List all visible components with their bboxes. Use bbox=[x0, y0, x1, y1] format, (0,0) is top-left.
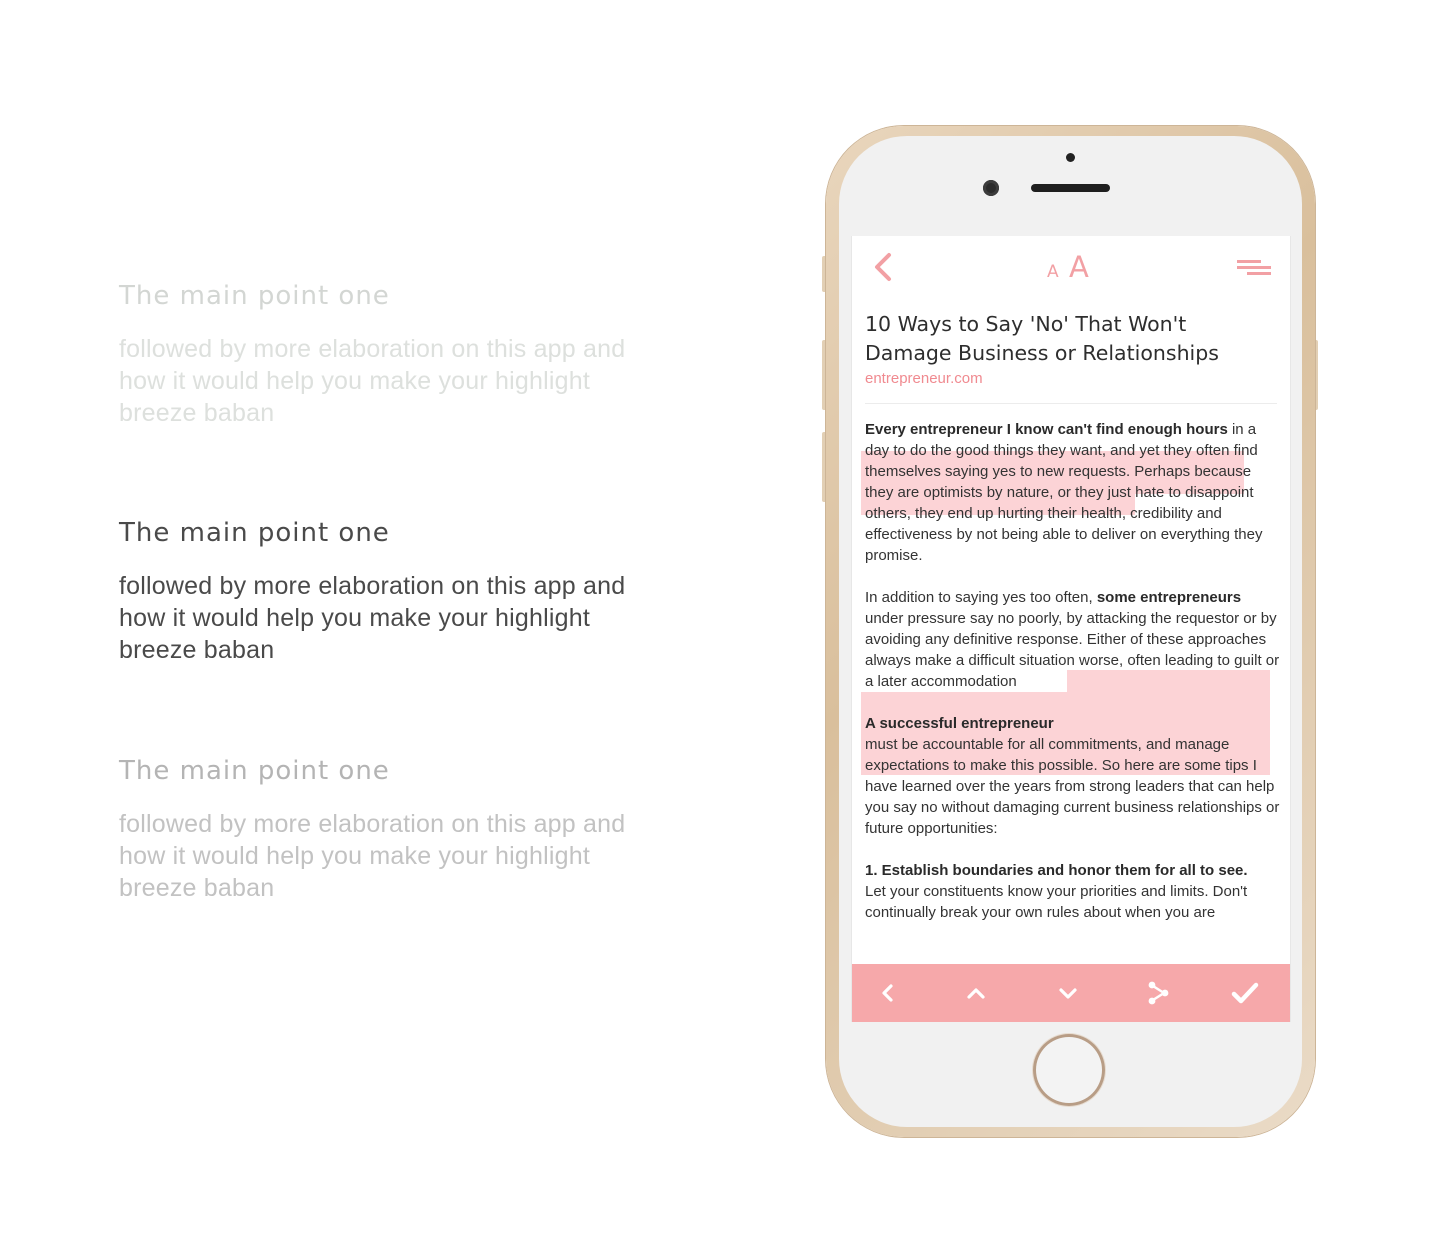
paragraph: 1. Establish boundaries and honor them f… bbox=[865, 860, 1280, 923]
bold-text: some entrepreneurs bbox=[1096, 589, 1242, 606]
feature-description: followed by more elaboration on this app… bbox=[119, 810, 626, 902]
chevron-left-icon[interactable] bbox=[872, 252, 894, 282]
paragraph: A successful entrepreneur must be account… bbox=[865, 713, 1280, 839]
font-large-label: A bbox=[1069, 250, 1089, 284]
feature-title: The main point one bbox=[119, 281, 390, 311]
share-icon[interactable] bbox=[1141, 978, 1175, 1008]
feature-item-1: The main point one followed by more elab… bbox=[119, 281, 639, 429]
paragraph: Every entrepreneur I know can't find eno… bbox=[865, 419, 1280, 566]
paragraph-text: in a day to do the good things they want… bbox=[865, 421, 1263, 564]
feature-title: The main point one bbox=[119, 518, 390, 548]
highlight-toolbar bbox=[852, 964, 1290, 1022]
feature-title: The main point one bbox=[119, 756, 390, 786]
feature-description: followed by more elaboration on this app… bbox=[119, 572, 626, 664]
divider bbox=[865, 403, 1277, 404]
reader-toolbar: A A bbox=[852, 236, 1290, 298]
bold-text: 1. Establish boundaries and honor them f… bbox=[865, 862, 1248, 879]
article-source-link[interactable]: entrepreneur.com bbox=[865, 370, 983, 387]
paragraph-text: under pressure say no poorly, by attacki… bbox=[865, 610, 1280, 690]
front-camera bbox=[983, 180, 999, 196]
bold-text: Every entrepreneur I know can't find eno… bbox=[865, 421, 1228, 438]
paragraph-text: In addition to saying yes too often, bbox=[865, 589, 1097, 606]
chevron-down-icon[interactable] bbox=[1051, 978, 1085, 1008]
chevron-left-icon[interactable] bbox=[870, 978, 904, 1008]
font-size-button[interactable]: A A bbox=[1047, 250, 1097, 284]
paragraph-text: must be accountable for all commitments,… bbox=[865, 736, 1280, 837]
proximity-sensor bbox=[1066, 153, 1075, 162]
chevron-up-icon[interactable] bbox=[959, 978, 993, 1008]
article-body: Every entrepreneur I know can't find eno… bbox=[865, 419, 1280, 944]
feature-item-2: The main point one followed by more elab… bbox=[119, 518, 639, 666]
feature-description: followed by more elaboration on this app… bbox=[119, 335, 626, 427]
feature-item-3: The main point one followed by more elab… bbox=[119, 756, 639, 904]
checkmark-icon[interactable] bbox=[1228, 978, 1262, 1008]
paragraph-text: Let your constituents know your prioriti… bbox=[865, 883, 1248, 921]
bold-text: A successful entrepreneur bbox=[865, 715, 1054, 732]
earpiece-speaker bbox=[1031, 184, 1110, 192]
reader-screen: A A 10 Ways to Say 'No' That Won't Damag… bbox=[851, 236, 1291, 1022]
article-title: 10 Ways to Say 'No' That Won't Damage Bu… bbox=[865, 312, 1219, 365]
font-small-label: A bbox=[1047, 262, 1059, 282]
home-button[interactable] bbox=[1033, 1034, 1105, 1106]
paragraph: In addition to saying yes too often, som… bbox=[865, 587, 1280, 692]
lines-icon[interactable] bbox=[1235, 258, 1273, 278]
